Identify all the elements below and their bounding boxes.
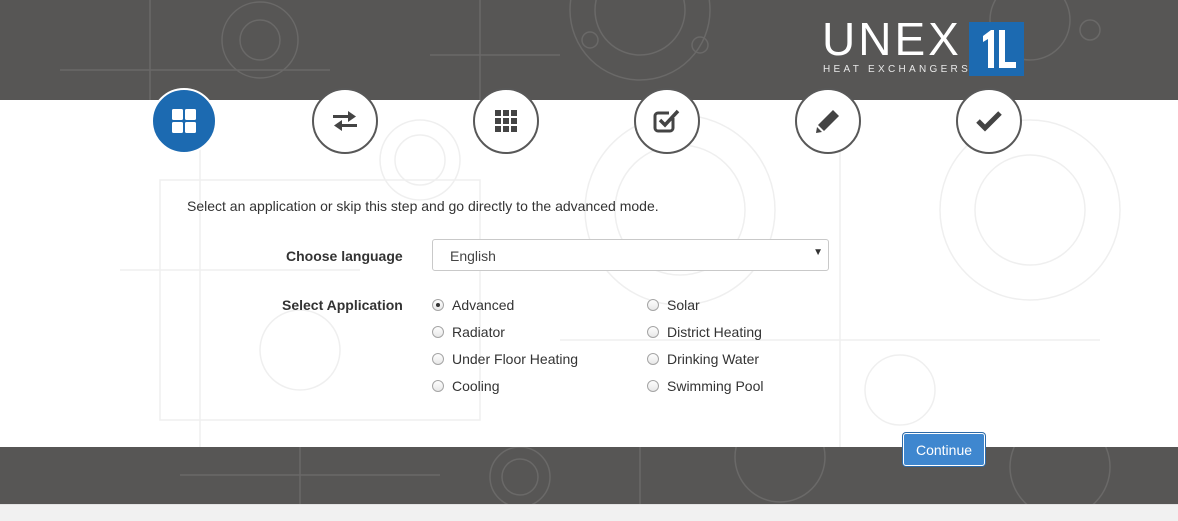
checkbox-icon [653, 109, 680, 133]
bottom-strip [0, 504, 1178, 521]
step-1-select-application[interactable] [151, 88, 217, 154]
radio-button[interactable] [647, 380, 659, 392]
header-band: UNEX HEAT EXCHANGERS [0, 0, 1178, 100]
select-arrow-icon: ▼ [813, 247, 823, 258]
select-application-label: Select Application [282, 297, 403, 313]
step-3-selection[interactable] [473, 88, 539, 154]
unex-logo[interactable]: UNEX HEAT EXCHANGERS [822, 16, 1027, 78]
radio-label: Swimming Pool [667, 378, 764, 394]
choose-language-label: Choose language [286, 248, 403, 264]
radio-solar[interactable]: Solar [647, 296, 700, 314]
radio-button[interactable] [647, 299, 659, 311]
radio-button[interactable] [432, 380, 444, 392]
radio-drinking-water[interactable]: Drinking Water [647, 350, 759, 368]
radio-button[interactable] [432, 353, 444, 365]
radio-label: Solar [667, 297, 700, 313]
grid-four-icon [172, 109, 196, 133]
radio-swimming-pool[interactable]: Swimming Pool [647, 377, 763, 395]
radio-label: Advanced [452, 297, 515, 313]
radio-button[interactable] [647, 326, 659, 338]
swap-arrows-icon [333, 111, 357, 131]
radio-cooling[interactable]: Cooling [432, 377, 499, 395]
pencil-icon [816, 110, 839, 133]
radio-label: Under Floor Heating [452, 351, 579, 367]
radio-label: Drinking Water [667, 351, 760, 367]
radio-radiator[interactable]: Radiator [432, 323, 505, 341]
radio-label: Radiator [452, 324, 505, 340]
radio-label: District Heating [667, 324, 762, 340]
footer-band [0, 447, 1178, 504]
step-6-finish[interactable] [956, 88, 1022, 154]
logo-tagline: HEAT EXCHANGERS [823, 64, 972, 75]
language-select-value: English [450, 248, 496, 264]
radio-button[interactable] [647, 353, 659, 365]
radio-advanced[interactable]: Advanced [432, 296, 514, 314]
language-select[interactable]: English ▼ [432, 239, 829, 271]
step-2-conditions[interactable] [312, 88, 378, 154]
logo-wordmark: UNEX [822, 13, 962, 65]
radio-district-heating[interactable]: District Heating [647, 323, 762, 341]
checkmark-icon [976, 111, 1002, 132]
radio-button[interactable] [432, 326, 444, 338]
footer-blueprint-decor [180, 447, 1111, 504]
step-5-edit[interactable] [795, 88, 861, 154]
logo-mark-icon [969, 22, 1024, 76]
intro-text: Select an application or skip this step … [187, 198, 659, 214]
radio-button[interactable] [432, 299, 444, 311]
radio-label: Cooling [452, 378, 500, 394]
step-4-verification[interactable] [634, 88, 700, 154]
radio-under-floor-heating[interactable]: Under Floor Heating [432, 350, 578, 368]
continue-button[interactable]: Continue [903, 433, 985, 466]
grid-nine-icon [495, 110, 517, 132]
